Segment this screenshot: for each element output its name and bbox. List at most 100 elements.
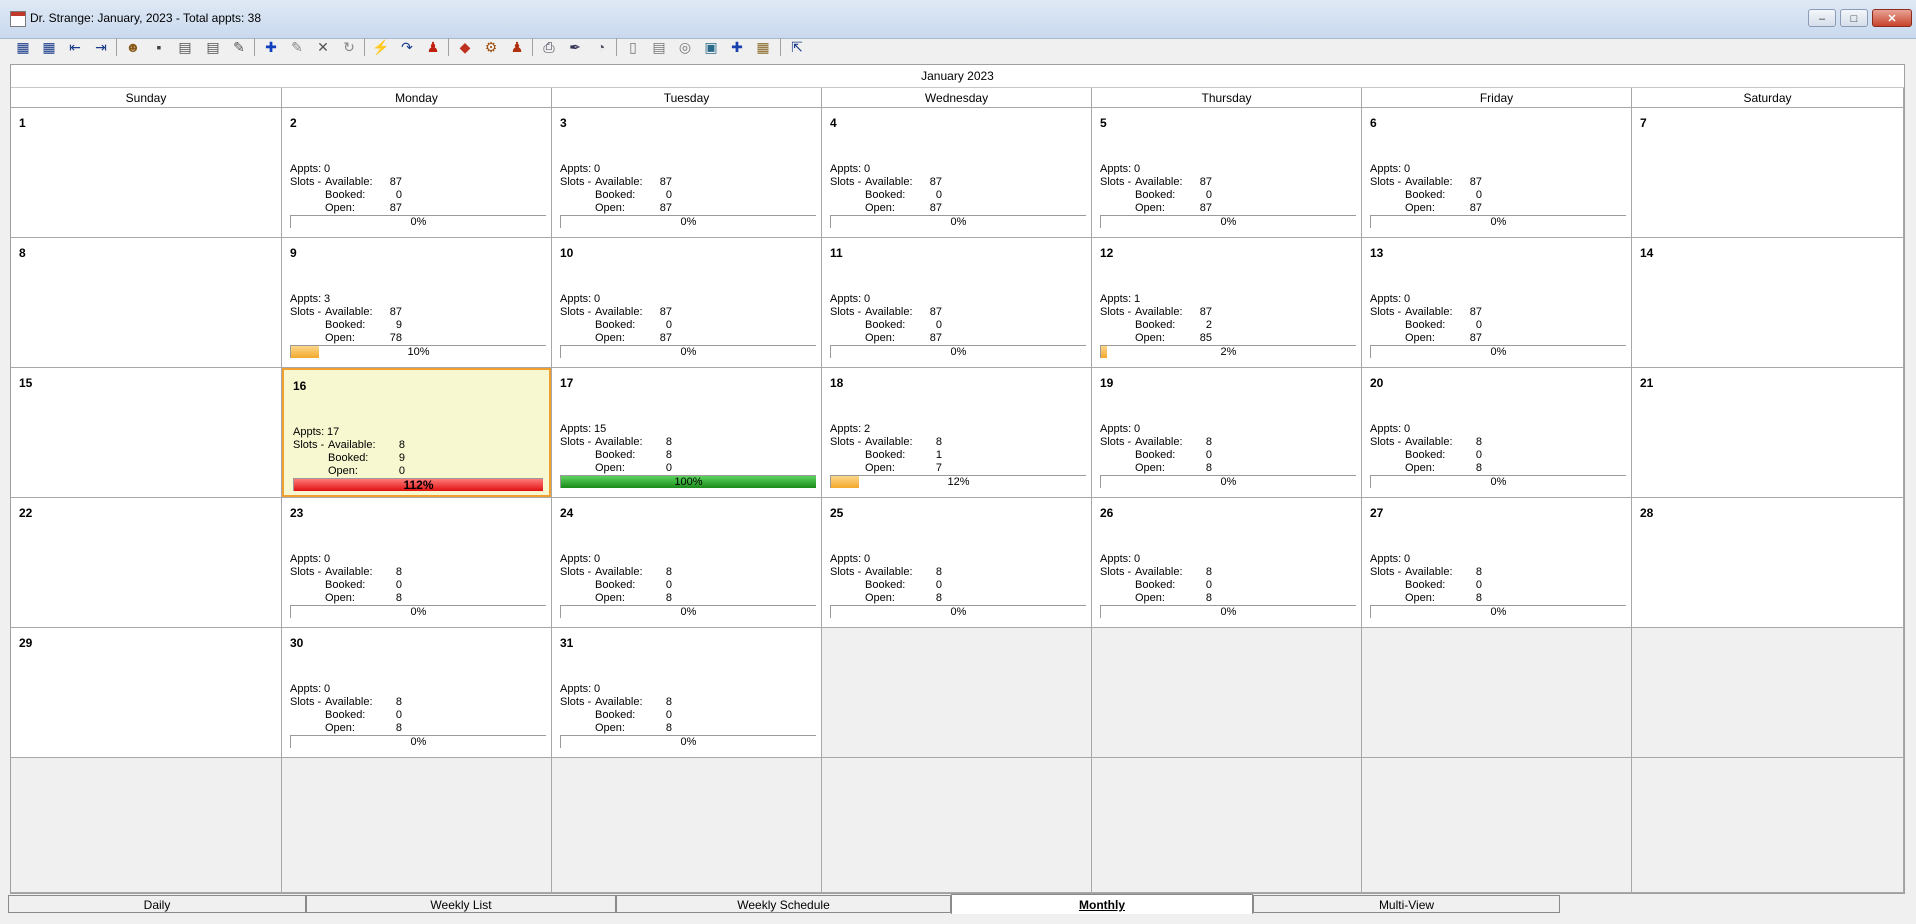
pen-icon[interactable]: ✒ [566, 38, 584, 56]
add-appointment-icon[interactable]: ✚ [262, 38, 280, 56]
available-label: Available: [1135, 436, 1183, 448]
open-label: Open: [865, 202, 895, 214]
weekly-view-icon[interactable]: ▦ [40, 38, 58, 56]
day-cell-24[interactable]: 24 Appts: 0 Slots - Available: Booked: Open: 8 0… [552, 498, 822, 628]
print-icon[interactable]: ⎙ [540, 38, 558, 56]
user-icon[interactable]: ♟ [508, 38, 526, 56]
schedule-edit-icon[interactable]: ✎ [230, 38, 248, 56]
day-cell-23[interactable]: 23 Appts: 0 Slots - Available: Booked: Open: 8 0… [282, 498, 552, 628]
slots-label: Slots - [1370, 566, 1402, 578]
day-cell-31[interactable]: 31 Appts: 0 Slots - Available: Booked: Open: 8 0… [552, 628, 822, 758]
day-cell-22[interactable]: 22 [11, 498, 282, 628]
close-button[interactable]: ✕ [1872, 9, 1912, 27]
previous-icon[interactable]: ⇤ [66, 38, 84, 56]
display-icon[interactable]: ▣ [702, 38, 720, 56]
day-number: 19 [1100, 376, 1114, 390]
booked-value: 0 [1475, 579, 1482, 591]
day-cell-21[interactable]: 21 [1632, 368, 1904, 498]
day-number: 31 [560, 636, 574, 650]
next-icon[interactable]: ⇥ [92, 38, 110, 56]
slots-label: Slots - [290, 696, 322, 708]
redo-icon[interactable]: ↷ [398, 38, 416, 56]
open-value: 8 [665, 592, 672, 604]
weekday-header-friday: Friday [1362, 88, 1632, 108]
day-cell-9[interactable]: 9 Appts: 3 Slots - Available: Booked: Open: 87 9… [282, 238, 552, 368]
document-icon[interactable]: ▯ [624, 38, 642, 56]
available-value: 8 [395, 566, 402, 578]
schedule-report-icon[interactable]: ▤ [204, 38, 222, 56]
reschedule-icon[interactable]: ↻ [340, 38, 358, 56]
slots-label: Slots - [830, 436, 862, 448]
day-cell-3[interactable]: 3 Appts: 0 Slots - Available: Booked: Open: 87 0… [552, 108, 822, 238]
booked-value: 0 [935, 189, 942, 201]
day-number: 4 [830, 116, 837, 130]
day-cell-7[interactable]: 7 [1632, 108, 1904, 238]
day-cell-2[interactable]: 2 Appts: 0 Slots - Available: Booked: Open: 87 0… [282, 108, 552, 238]
day-cell-4[interactable]: 4 Appts: 0 Slots - Available: Booked: Open: 87 0… [822, 108, 1092, 238]
day-cell-26[interactable]: 26 Appts: 0 Slots - Available: Booked: Open: 8 0… [1092, 498, 1362, 628]
day-cell-1[interactable]: 1 [11, 108, 282, 238]
day-cell-14[interactable]: 14 [1632, 238, 1904, 368]
day-cell-20[interactable]: 20 Appts: 0 Slots - Available: Booked: Open: 8 0… [1362, 368, 1632, 498]
preview-icon[interactable]: ◔ [592, 38, 610, 56]
tab-daily[interactable]: Daily [8, 895, 306, 913]
utilization-percent: 0% [950, 346, 967, 358]
appts-label: Appts: [290, 553, 322, 565]
appts-value: 0 [594, 163, 601, 175]
day-cell-27[interactable]: 27 Appts: 0 Slots - Available: Booked: Open: 8 0… [1362, 498, 1632, 628]
medical-cross-icon[interactable]: ✚ [728, 38, 746, 56]
globe-icon[interactable]: ◎ [676, 38, 694, 56]
day-cell-6[interactable]: 6 Appts: 0 Slots - Available: Booked: Open: 87 0… [1362, 108, 1632, 238]
day-cell-17[interactable]: 17 Appts: 15 Slots - Available: Booked: Open: 8… [552, 368, 822, 498]
tab-weekly-schedule[interactable]: Weekly Schedule [616, 895, 951, 913]
day-cell-29[interactable]: 29 [11, 628, 282, 758]
eraser-icon[interactable]: ◆ [456, 38, 474, 56]
notes-icon[interactable]: ▤ [650, 38, 668, 56]
day-number: 29 [19, 636, 33, 650]
empty-day-cell [11, 758, 282, 893]
available-label: Available: [865, 176, 913, 188]
utilization-percent: 0% [1220, 476, 1237, 488]
maximize-button[interactable]: □ [1840, 9, 1868, 27]
minimize-button[interactable]: – [1808, 9, 1836, 27]
day-cell-28[interactable]: 28 [1632, 498, 1904, 628]
appts-value: 0 [594, 683, 601, 695]
day-cell-25[interactable]: 25 Appts: 0 Slots - Available: Booked: Open: 8 0… [822, 498, 1092, 628]
appts-value: 0 [1404, 423, 1411, 435]
day-cell-5[interactable]: 5 Appts: 0 Slots - Available: Booked: Open: 87 0… [1092, 108, 1362, 238]
tab-monthly[interactable]: Monthly [951, 894, 1253, 914]
day-cell-15[interactable]: 15 [11, 368, 282, 498]
utilization-percent: 2% [1220, 346, 1237, 358]
lightning-icon[interactable]: ⚡ [372, 38, 390, 56]
utilization-percent: 0% [680, 606, 697, 618]
daily-view-icon[interactable]: ▦ [14, 38, 32, 56]
open-value: 87 [1199, 202, 1212, 214]
available-value: 87 [929, 306, 942, 318]
find-slot-icon[interactable]: ▪ [150, 38, 168, 56]
day-cell-12[interactable]: 12 Appts: 1 Slots - Available: Booked: Open: 87… [1092, 238, 1362, 368]
exit-icon[interactable]: ⇱ [788, 38, 806, 56]
day-cell-19[interactable]: 19 Appts: 0 Slots - Available: Booked: Open: 8 0… [1092, 368, 1362, 498]
open-label: Open: [325, 592, 355, 604]
settings-icon[interactable]: ⚙ [482, 38, 500, 56]
open-label: Open: [1135, 462, 1165, 474]
day-number: 13 [1370, 246, 1384, 260]
edit-appointment-icon[interactable]: ✎ [288, 38, 306, 56]
day-cell-18[interactable]: 18 Appts: 2 Slots - Available: Booked: Open: 8 1… [822, 368, 1092, 498]
app-icon[interactable] [10, 11, 26, 27]
tab-multi-view[interactable]: Multi-View [1253, 895, 1560, 913]
day-cell-30[interactable]: 30 Appts: 0 Slots - Available: Booked: Open: 8 0… [282, 628, 552, 758]
calendar-picker-icon[interactable]: ▦ [754, 38, 772, 56]
day-cell-10[interactable]: 10 Appts: 0 Slots - Available: Booked: Open: 87… [552, 238, 822, 368]
patient-icon[interactable]: ☻ [124, 38, 142, 56]
provider-icon[interactable]: ♟ [424, 38, 442, 56]
tab-weekly-list[interactable]: Weekly List [306, 895, 616, 913]
day-cell-13[interactable]: 13 Appts: 0 Slots - Available: Booked: Open: 87… [1362, 238, 1632, 368]
day-cell-8[interactable]: 8 [11, 238, 282, 368]
day-cell-16[interactable]: 16 Appts: 17 Slots - Available: Booked: Open: 8… [282, 368, 552, 498]
template-icon[interactable]: ▤ [176, 38, 194, 56]
day-number: 11 [830, 246, 843, 260]
utilization-percent: 0% [1490, 606, 1507, 618]
delete-icon[interactable]: ✕ [314, 38, 332, 56]
day-cell-11[interactable]: 11 Appts: 0 Slots - Available: Booked: Open: 87… [822, 238, 1092, 368]
